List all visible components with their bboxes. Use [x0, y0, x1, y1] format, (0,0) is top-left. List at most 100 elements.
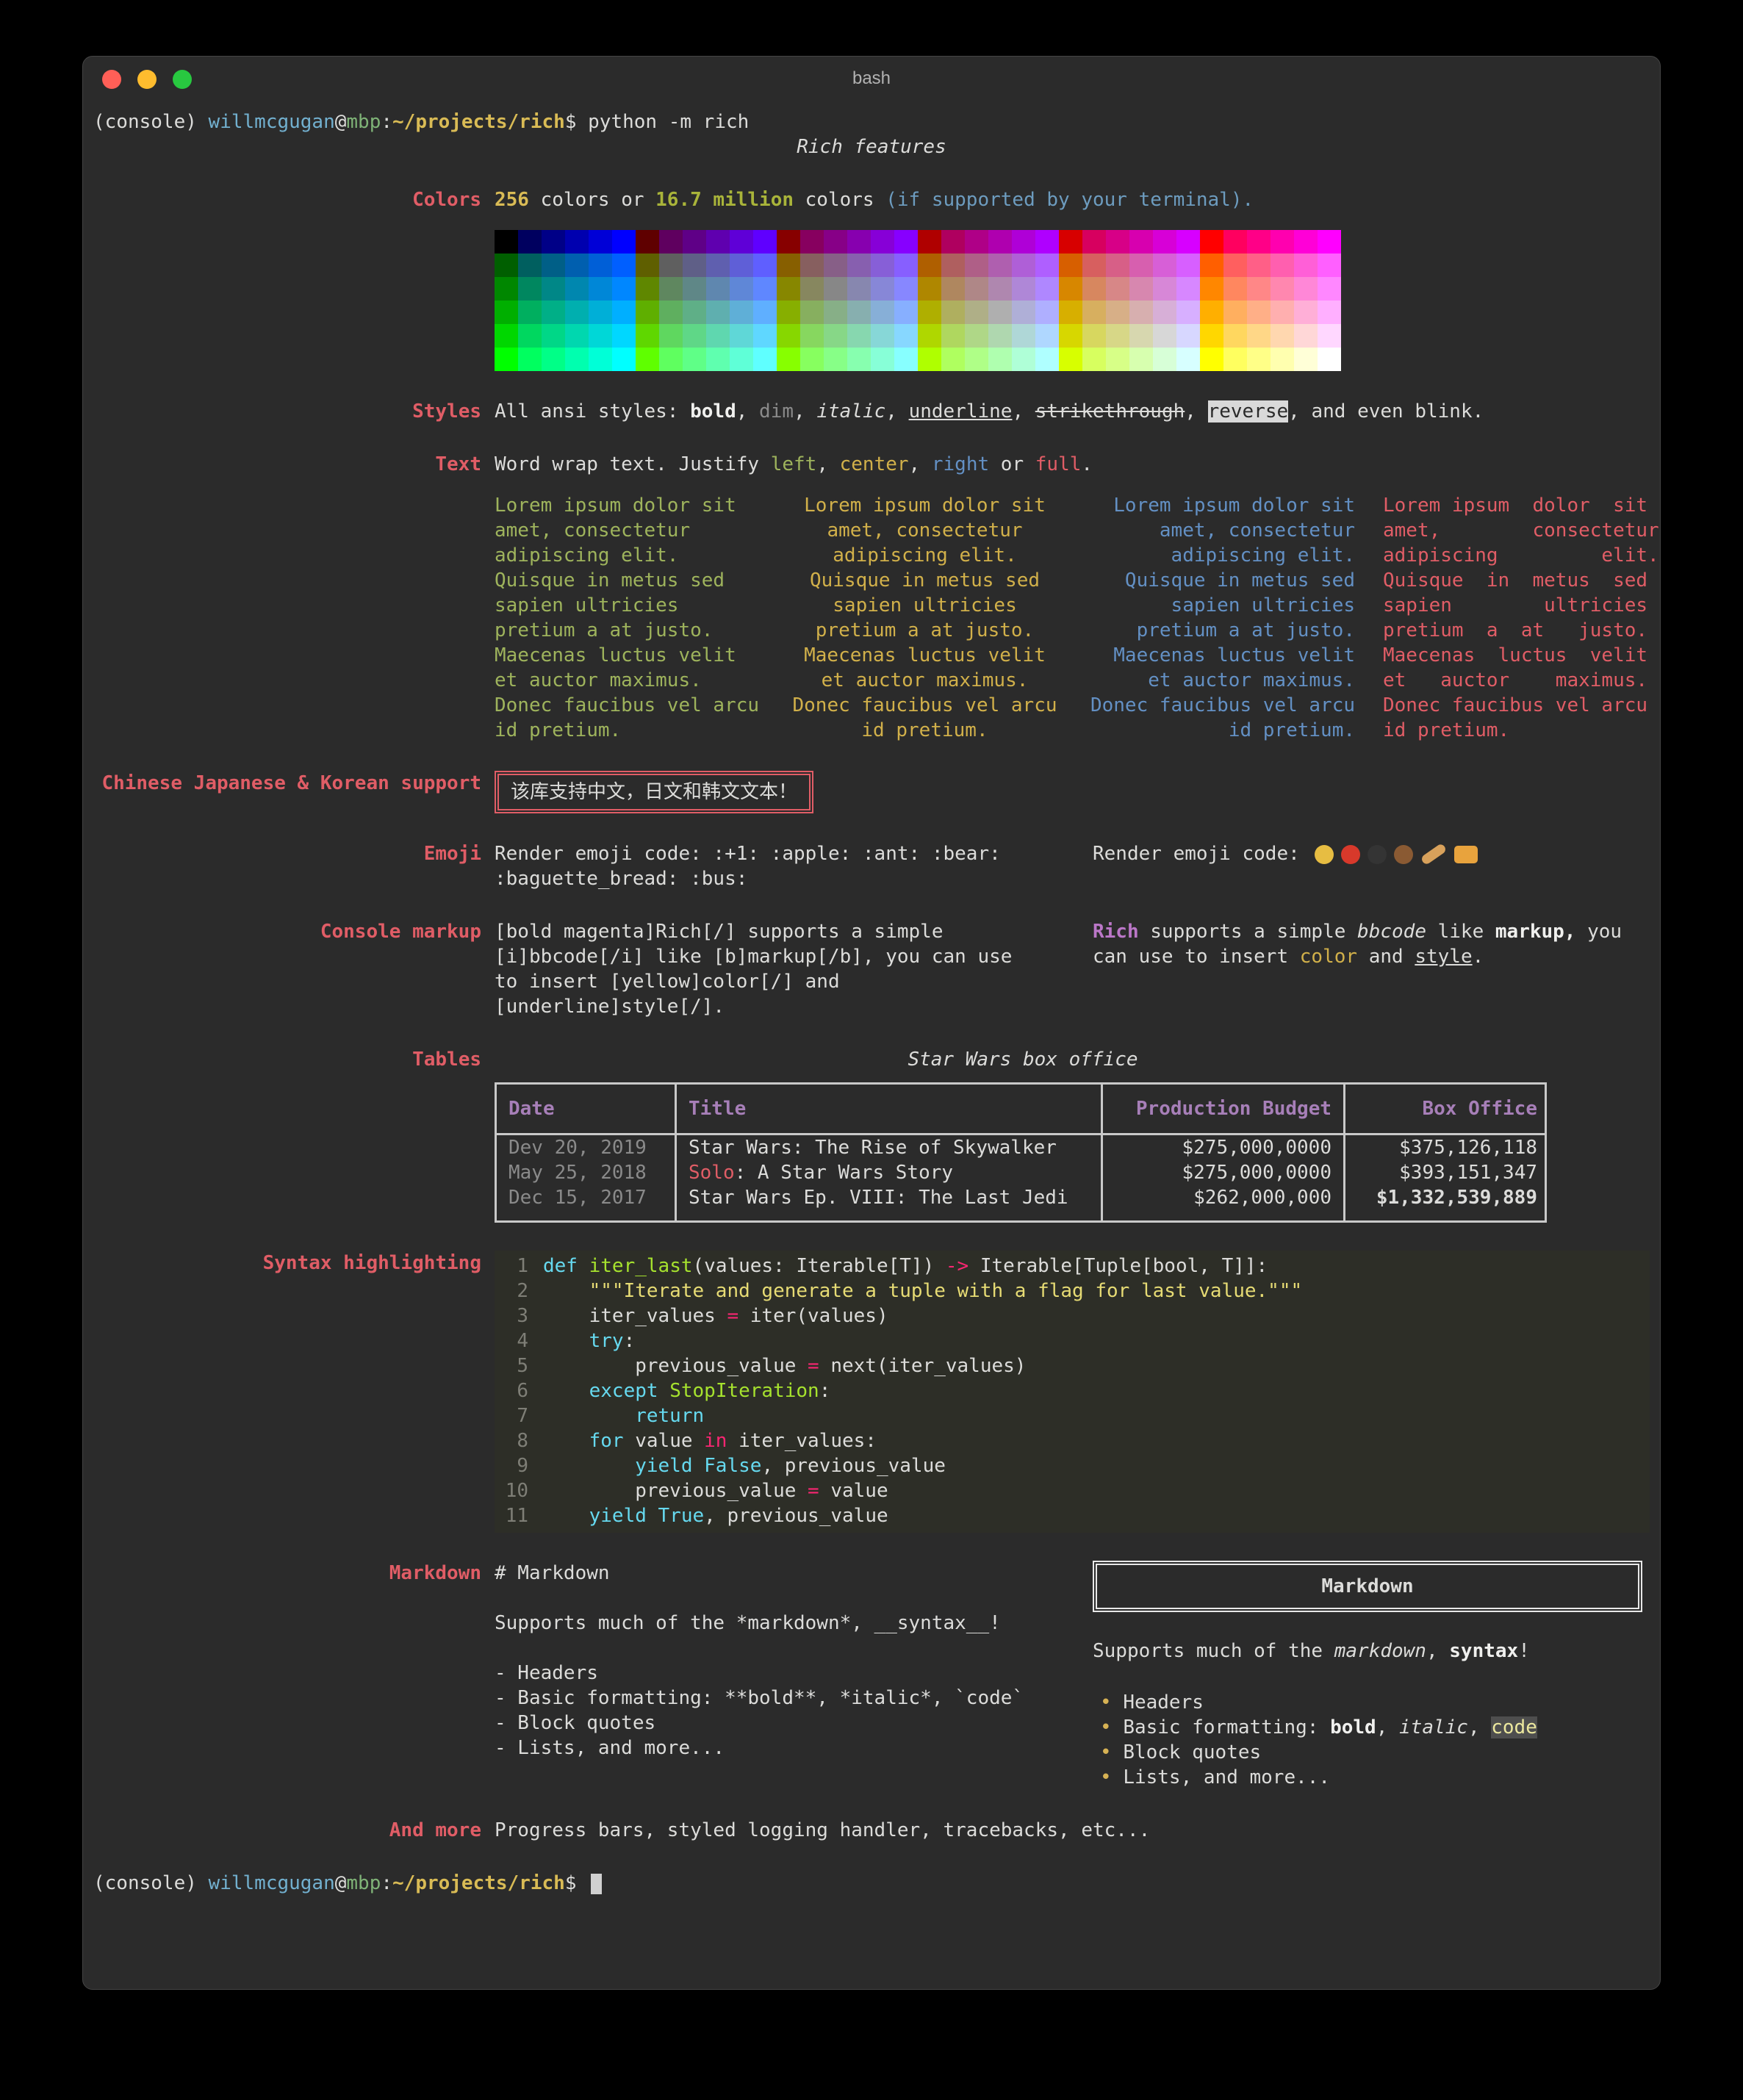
color-swatch	[1129, 230, 1153, 253]
text-line: pretium a at justo.	[791, 618, 1059, 643]
color-grid-row	[495, 301, 1341, 324]
color-swatch	[495, 324, 518, 348]
text-line: Maecenas luctus velit	[1383, 643, 1651, 668]
color-swatch	[1247, 301, 1271, 324]
text-line: id pretium.	[1383, 718, 1651, 743]
bear-emoji	[1394, 845, 1413, 864]
lorem-column-right: Lorem ipsum dolor sitamet, consecteturad…	[1087, 493, 1355, 743]
terminal-cursor[interactable]	[591, 1874, 602, 1894]
color-swatch	[495, 348, 518, 371]
terminal-window: bash (console) willmcgugan@mbp:~/project…	[82, 56, 1661, 1990]
color-swatch	[1318, 230, 1341, 253]
table-cell: $393,151,347	[1343, 1160, 1549, 1185]
color-swatch	[1223, 348, 1247, 371]
color-swatch	[941, 253, 965, 277]
color-grid-row	[495, 324, 1341, 348]
code-line: 5 previous_value = next(iter_values)	[495, 1353, 1650, 1378]
color-grid-row	[495, 230, 1341, 253]
table-header-cell: Date	[497, 1085, 675, 1133]
text-line: Donec faucibus vel arcu	[1383, 693, 1651, 718]
color-swatch	[847, 301, 871, 324]
color-swatch	[1294, 348, 1318, 371]
text-line: - Basic formatting: **bold**, *italic*, …	[495, 1686, 1044, 1711]
color-swatch	[1271, 348, 1294, 371]
color-swatch	[1035, 253, 1059, 277]
color-swatch	[918, 301, 941, 324]
color-swatch	[1247, 348, 1271, 371]
token: yield	[543, 1505, 647, 1527]
prompt-line-bottom[interactable]: (console) willmcgugan@mbp:~/projects/ric…	[93, 1871, 1650, 1896]
color-swatch	[1153, 277, 1176, 301]
cjk-section: Chinese Japanese & Korean support 该库支持中文…	[93, 771, 1650, 813]
table-cell: $375,126,118	[1343, 1135, 1549, 1160]
color-swatch	[612, 348, 636, 371]
color-swatch	[518, 301, 542, 324]
text-line: Lorem ipsum dolor sit	[495, 493, 763, 518]
line-number: 6	[495, 1378, 528, 1403]
token: ,	[909, 453, 932, 475]
styles-description: All ansi styles: bold, dim, italic, unde…	[495, 399, 1650, 424]
console-markup-section: Console markup [bold magenta]Rich[/] sup…	[93, 919, 1650, 1019]
color-swatch	[1059, 324, 1082, 348]
text-line	[495, 1586, 1044, 1611]
color-swatch	[565, 253, 589, 277]
section-label-text: Text	[93, 452, 481, 477]
line-number: 11	[495, 1503, 528, 1528]
color-swatch	[1294, 301, 1318, 324]
color-swatch	[565, 230, 589, 253]
text-line: amet, consectetur	[1087, 518, 1355, 543]
token: colors or	[529, 189, 655, 211]
terminal-content[interactable]: (console) willmcgugan@mbp:~/projects/ric…	[83, 102, 1660, 1896]
token: Iterable[Tuple[bool, T]]:	[968, 1255, 1268, 1277]
color-swatch	[612, 253, 636, 277]
color-swatch	[636, 230, 659, 253]
color-swatch	[1106, 348, 1129, 371]
token: left	[771, 453, 817, 475]
titlebar[interactable]: bash	[83, 57, 1660, 102]
token: strikethrough	[1035, 400, 1185, 422]
token: iter_values	[543, 1305, 727, 1327]
color-swatch	[941, 230, 965, 253]
token: iter_last	[589, 1255, 693, 1277]
color-swatch	[1059, 348, 1082, 371]
color-swatch	[1294, 277, 1318, 301]
color-swatch	[1271, 301, 1294, 324]
color-swatch	[589, 253, 612, 277]
markdown-section: Markdown # Markdown Supports much of the…	[93, 1561, 1650, 1790]
color-swatch	[1176, 348, 1200, 371]
color-swatch	[565, 301, 589, 324]
token: in	[704, 1430, 727, 1452]
table-cell: May 25, 2018	[497, 1160, 675, 1185]
color-swatch	[589, 277, 612, 301]
token: ,	[794, 400, 816, 422]
color-swatch	[800, 230, 824, 253]
color-swatch	[589, 348, 612, 371]
token: 16.7 million	[655, 189, 794, 211]
lorem-columns: Lorem ipsum dolor sitamet, consecteturad…	[495, 493, 1650, 743]
color-swatch	[683, 301, 706, 324]
token: right	[932, 453, 989, 475]
text-line: sapien ultricies	[791, 593, 1059, 618]
table-cell: $275,000,0000	[1101, 1160, 1343, 1185]
line-number: 7	[495, 1403, 528, 1428]
color-swatch	[800, 301, 824, 324]
color-swatch	[730, 301, 753, 324]
color-swatch	[824, 348, 847, 371]
token: 256	[495, 189, 529, 211]
text-line: Maecenas luctus velit	[791, 643, 1059, 668]
color-swatch	[612, 230, 636, 253]
token: Supports much of the	[1093, 1640, 1334, 1662]
color-swatch	[753, 253, 777, 277]
color-swatch	[1129, 348, 1153, 371]
section-label-emoji: Emoji	[93, 841, 481, 866]
token: ,	[1012, 400, 1035, 422]
color-swatch	[941, 277, 965, 301]
table-cell: $275,000,0000	[1101, 1135, 1343, 1160]
color-swatch	[612, 277, 636, 301]
code-line: 1def iter_last(values: Iterable[T]) -> I…	[495, 1254, 1650, 1279]
token: ,	[1468, 1716, 1491, 1738]
token	[693, 1455, 705, 1477]
color-swatch	[871, 324, 894, 348]
color-swatch	[730, 324, 753, 348]
color-swatch	[753, 277, 777, 301]
